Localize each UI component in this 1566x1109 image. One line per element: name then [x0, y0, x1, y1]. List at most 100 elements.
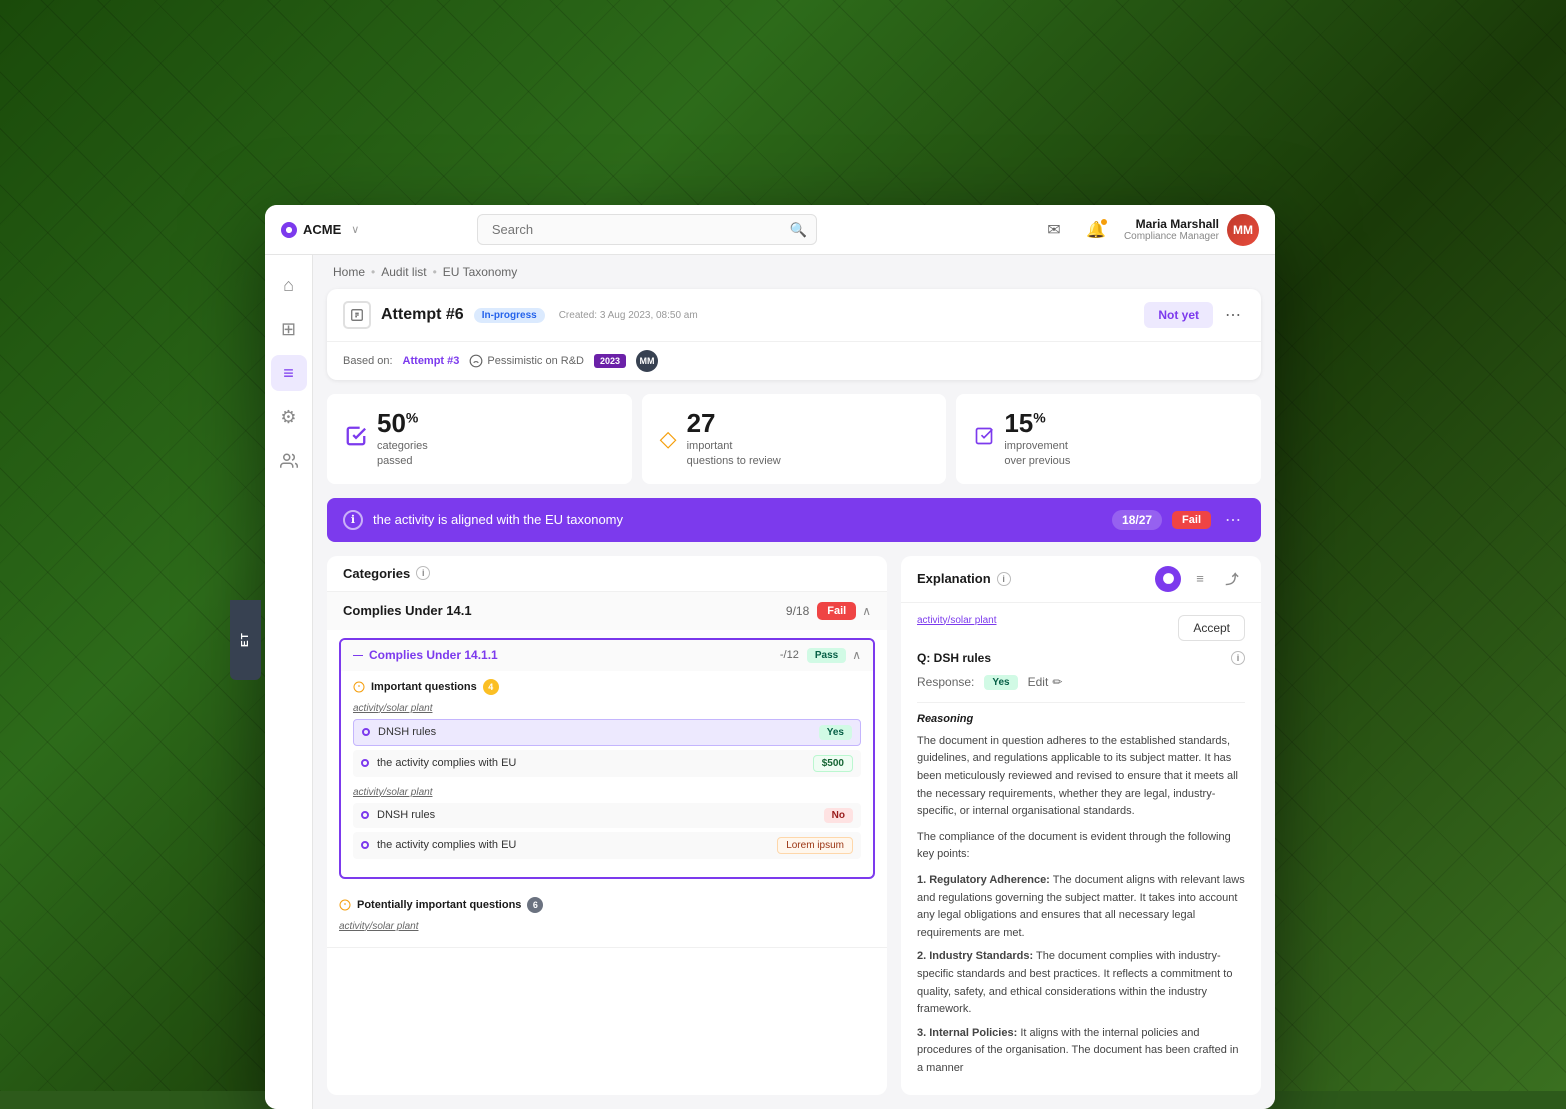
search-input[interactable]: [477, 214, 817, 245]
sidebar-item-list[interactable]: ≡: [271, 355, 307, 391]
questions-section: Important questions 4 activity/solar pla…: [341, 671, 873, 877]
alert-icon: ℹ: [343, 510, 363, 530]
categories-info-icon[interactable]: i: [416, 566, 430, 580]
breadcrumb-audit[interactable]: Audit list: [381, 265, 426, 279]
sidebar-item-users[interactable]: [271, 443, 307, 479]
accept-button[interactable]: Accept: [1178, 615, 1245, 641]
nav-logo-text: ACME: [303, 222, 341, 237]
vertical-tab[interactable]: ET: [230, 600, 261, 680]
notification-icon[interactable]: 🔔: [1082, 216, 1110, 244]
subcategory-chevron-icon: ∧: [852, 648, 861, 662]
question-item-0-0[interactable]: DNSH rules Yes: [353, 719, 861, 746]
reasoning-item-0: 1. Regulatory Adherence: The document al…: [917, 872, 1245, 942]
avatar: MM: [1227, 214, 1259, 246]
question-dot: [362, 728, 370, 736]
more-menu-icon[interactable]: ⋯: [1221, 305, 1245, 325]
sidebar-item-settings[interactable]: ⚙: [271, 399, 307, 435]
explanation-header-actions: ≡ ⤴: [1155, 566, 1245, 592]
attempt-title: Attempt #6: [381, 306, 464, 324]
potentially-count-badge: 6: [527, 897, 543, 913]
stat-card-2: 15% improvement over previous: [956, 394, 1261, 484]
nav-user[interactable]: Maria Marshall Compliance Manager MM: [1124, 214, 1259, 246]
explanation-view-icon[interactable]: [1155, 566, 1181, 592]
potentially-group-label: activity/solar plant: [339, 921, 875, 932]
attempt-actions: Not yet ⋯: [1144, 302, 1245, 328]
stat-value-2: 15%: [1004, 408, 1070, 439]
alert-more-icon[interactable]: ⋯: [1221, 510, 1245, 530]
question-item-1-0[interactable]: DNSH rules No: [353, 803, 861, 828]
attempt-created: Created: 3 Aug 2023, 08:50 am: [559, 310, 698, 321]
main-content: Home • Audit list • EU Taxonomy: [313, 255, 1275, 1109]
categories-panel: Categories i Complies Under 14.1 9/18 Fa…: [327, 556, 887, 1096]
question-text-0-1: the activity complies with EU: [377, 757, 805, 769]
explanation-info-icon[interactable]: i: [997, 572, 1011, 586]
explanation-list-icon[interactable]: ≡: [1187, 566, 1213, 592]
question-dot: [361, 759, 369, 767]
stat-card-0: 50% categories passed: [327, 394, 632, 484]
based-on-link[interactable]: Attempt #3: [403, 355, 460, 367]
attempt-header: Attempt #6 In-progress Created: 3 Aug 20…: [327, 289, 1261, 342]
explanation-share-icon[interactable]: ⤴: [1219, 566, 1245, 592]
reasoning-item-label-2: 3. Internal Policies:: [917, 1027, 1017, 1039]
question-answer-1-1: Lorem ipsum: [777, 837, 853, 854]
stat-icon-diamond: ◇: [660, 426, 677, 452]
stat-label-2: improvement over previous: [1004, 439, 1070, 470]
nav-chevron-icon: ∨: [351, 223, 359, 236]
top-nav: ACME ∨ 🔍 ✉ 🔔 Maria Marshall Comp: [265, 205, 1275, 255]
nav-logo-dot: [281, 222, 297, 238]
explanation-header: Explanation i ≡ ⤴: [901, 556, 1261, 603]
response-value: Yes: [984, 675, 1017, 690]
question-item-0-1[interactable]: the activity complies with EU $500: [353, 750, 861, 777]
question-text-0-0: DNSH rules: [378, 726, 811, 738]
reasoning-item-label-1: 2. Industry Standards:: [917, 950, 1033, 962]
edit-button[interactable]: Edit ✏: [1028, 675, 1063, 689]
explanation-content: activity/solar plant Accept Q: DSH rules…: [901, 603, 1261, 1096]
category-chevron-icon: ∧: [862, 604, 871, 618]
breadcrumb-sep1: •: [371, 265, 375, 279]
question-item-1-1[interactable]: the activity complies with EU Lorem ipsu…: [353, 832, 861, 859]
user-badge: MM: [636, 350, 658, 372]
reasoning-p2: The compliance of the document is eviden…: [917, 829, 1245, 864]
breadcrumb-current: EU Taxonomy: [443, 265, 517, 279]
potentially-section: Potentially important questions 6 activi…: [327, 887, 887, 947]
sidebar-item-home[interactable]: ⌂: [271, 267, 307, 303]
stat-label-0: categories passed: [377, 439, 428, 470]
action-button[interactable]: Not yet: [1144, 302, 1213, 328]
categories-panel-header: Categories i: [327, 556, 887, 592]
category-header[interactable]: Complies Under 14.1 9/18 Fail ∧: [327, 592, 887, 630]
alert-text: the activity is aligned with the EU taxo…: [373, 512, 623, 527]
main-container: Use Legislative Sources to create digita…: [0, 0, 1566, 1091]
main-panel: Categories i Complies Under 14.1 9/18 Fa…: [313, 556, 1275, 1109]
question-group-label-0: activity/solar plant: [353, 703, 861, 714]
categories-title: Categories: [343, 566, 410, 581]
important-questions-label: Important questions: [371, 681, 477, 693]
explanation-question: Q: DSH rules i: [917, 651, 1245, 665]
nav-user-info: Maria Marshall Compliance Manager: [1124, 217, 1219, 242]
app-body: ⌂ ⊞ ≡ ⚙ Home •: [265, 255, 1275, 1109]
subcategory-section: Complies Under 14.1.1 -/12 Pass ∧: [339, 638, 875, 879]
stat-icon-check: [345, 425, 367, 453]
stats-row: 50% categories passed ◇ 27: [313, 394, 1275, 498]
breadcrumb-sep2: •: [433, 265, 437, 279]
reasoning-title: Reasoning: [917, 713, 1245, 725]
explanation-panel: Explanation i ≡ ⤴: [901, 556, 1261, 1096]
question-text-1-1: the activity complies with EU: [377, 839, 769, 851]
status-badge: In-progress: [474, 308, 545, 323]
explanation-title: Explanation: [917, 571, 991, 586]
nav-search[interactable]: 🔍: [477, 214, 817, 245]
stat-info-0: 50% categories passed: [377, 408, 428, 470]
subcategory-header[interactable]: Complies Under 14.1.1 -/12 Pass ∧: [341, 640, 873, 671]
question-info-icon[interactable]: i: [1231, 651, 1245, 665]
breadcrumb-home[interactable]: Home: [333, 265, 365, 279]
sidebar-item-grid[interactable]: ⊞: [271, 311, 307, 347]
stat-info-1: 27 important questions to review: [687, 408, 781, 470]
explanation-path[interactable]: activity/solar plant: [917, 615, 996, 626]
pessimistic-text: Pessimistic on R&D: [487, 355, 584, 367]
question-dot: [361, 841, 369, 849]
notification-dot: [1100, 218, 1108, 226]
potentially-label: Potentially important questions: [357, 899, 521, 911]
search-icon: 🔍: [789, 221, 806, 238]
stat-card-1: ◇ 27 important questions to review: [642, 394, 947, 484]
nav-logo[interactable]: ACME ∨: [281, 222, 359, 238]
mail-icon[interactable]: ✉: [1040, 216, 1068, 244]
